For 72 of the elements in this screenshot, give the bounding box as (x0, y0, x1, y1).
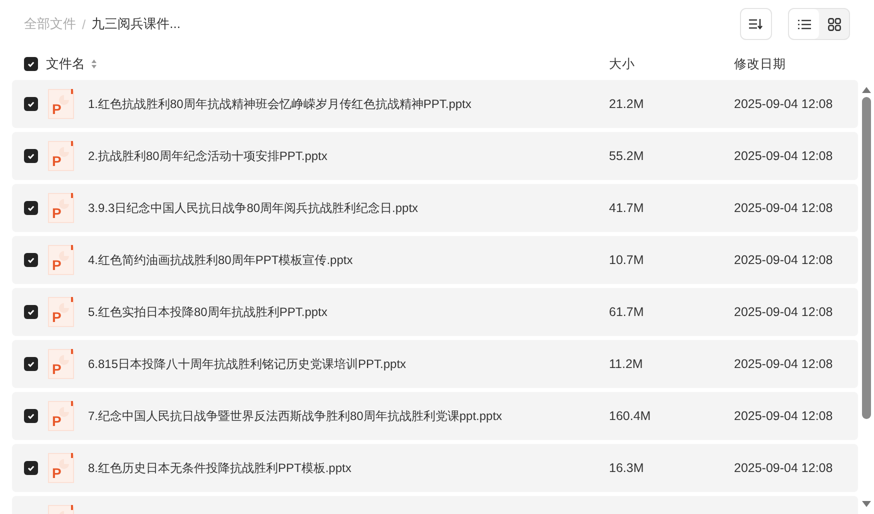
grid-icon (828, 18, 840, 30)
check-icon (26, 255, 36, 265)
file-row[interactable]: P 3.9.3日纪念中国人民抗日战争80周年阅兵抗战胜利纪念日.pptx 41.7M 2025-09-04 12:08 (12, 184, 858, 232)
check-icon (26, 307, 36, 317)
checkbox[interactable] (24, 57, 38, 71)
file-row[interactable]: P 8.红色历史日本无条件投降抗战胜利PPT模板.pptx 16.3M 2025-09-04 12:08 (12, 444, 858, 492)
modified-date: 2025-09-04 12:08 (734, 305, 834, 319)
check-icon (26, 203, 36, 213)
check-icon (26, 463, 36, 473)
checkbox[interactable] (24, 201, 38, 215)
scroll-up-arrow-icon[interactable] (862, 87, 870, 93)
column-header: 修改日期 (734, 56, 787, 72)
column-header[interactable]: 文件名 (46, 55, 85, 73)
breadcrumb-separator: / (82, 16, 86, 32)
file-name: 3.9.3日纪念中国人民抗日战争80周年阅兵抗战胜利纪念日.pptx (88, 200, 420, 216)
modified-date: 2025-09-04 12:08 (734, 409, 834, 423)
sort-arrows-icon[interactable] (91, 59, 97, 69)
file-row[interactable]: P 7.纪念中国人民抗日战争暨世界反法西斯战争胜利80周年抗战胜利党课ppt.pptx 160.4M 2025-09-04 12:08 (12, 392, 858, 440)
check-icon (26, 411, 36, 421)
file-size: 55.2M (609, 149, 645, 163)
pptx-file-icon: P (48, 89, 74, 119)
file-size: 11.2M (609, 357, 644, 371)
pptx-file-icon: P (48, 141, 74, 171)
list-icon (798, 18, 810, 30)
file-row[interactable]: P 5.红色实拍日本投降80周年抗战胜利PPT.pptx 61.7M 2025-09-04 12:08 (12, 288, 858, 336)
pptx-file-icon: P (48, 453, 74, 483)
scrollbar-thumb[interactable] (862, 97, 870, 419)
pptx-file-icon: P (48, 401, 74, 431)
check-icon (26, 59, 36, 69)
file-size: 10.7M (609, 253, 645, 267)
modified-date: 2025-09-04 12:08 (734, 201, 834, 215)
file-name: 8.红色历史日本无条件投降抗战胜利PPT模板.pptx (88, 460, 352, 476)
pptx-file-icon: P (48, 193, 74, 223)
checkbox[interactable] (24, 253, 38, 267)
modified-date: 2025-09-04 12:08 (734, 149, 834, 163)
list-view-button[interactable] (789, 9, 819, 39)
check-icon (26, 151, 36, 161)
file-size: 61.7M (609, 305, 645, 319)
checkbox[interactable] (24, 149, 38, 163)
file-name: 2.抗战胜利80周年纪念活动十项安排PPT.pptx (88, 148, 328, 164)
file-size: 21.2M (609, 97, 645, 111)
file-size: 41.7M (609, 201, 645, 215)
checkbox[interactable] (24, 305, 38, 319)
checkbox[interactable] (24, 357, 38, 371)
file-name: 7.纪念中国人民抗日战争暨世界反法西斯战争胜利80周年抗战胜利党课ppt.pptx (88, 408, 504, 424)
modified-date: 2025-09-04 12:08 (734, 461, 834, 475)
pptx-file-icon: P (48, 349, 74, 379)
sort-button[interactable] (740, 8, 772, 40)
file-row[interactable]: P 1.红色抗战胜利80周年抗战精神班会忆峥嵘岁月传红色抗战精神PPT.pptx 21.2M 2025-09-04 12:08 (12, 80, 858, 128)
file-name: 4.红色简约油画抗战胜利80周年PPT模板宣传.pptx (88, 252, 354, 268)
file-row[interactable]: P 4.红色简约油画抗战胜利80周年PPT模板宣传.pptx 10.7M 2025-09-04 12:08 (12, 236, 858, 284)
check-icon (26, 99, 36, 109)
checkbox[interactable] (24, 409, 38, 423)
file-name: 6.815日本投降八十周年抗战胜利铭记历史党课培训PPT.pptx (88, 356, 408, 372)
sort-icon (749, 18, 763, 30)
check-icon (26, 359, 36, 369)
file-size: 160.4M (609, 409, 652, 423)
current-folder[interactable]: 九三阅兵课件... (92, 15, 180, 33)
modified-date: 2025-09-04 12:08 (734, 97, 834, 111)
pptx-file-icon: P (48, 297, 74, 327)
file-name: 5.红色实拍日本投降80周年抗战胜利PPT.pptx (88, 304, 328, 320)
column-header: 大小 (609, 56, 636, 72)
modified-date: 2025-09-04 12:08 (734, 357, 834, 371)
checkbox[interactable] (24, 97, 38, 111)
file-row[interactable]: P 6.815日本投降八十周年抗战胜利铭记历史党课培训PPT.pptx 11.2M 2025-09-04 12:08 (12, 340, 858, 388)
file-size: 16.3M (609, 461, 645, 475)
checkbox[interactable] (24, 461, 38, 475)
pptx-file-icon: P (48, 245, 74, 275)
file-name: 1.红色抗战胜利80周年抗战精神班会忆峥嵘岁月传红色抗战精神PPT.pptx (88, 96, 472, 112)
modified-date: 2025-09-04 12:08 (734, 253, 834, 267)
scroll-down-arrow-icon[interactable] (862, 501, 870, 507)
file-row[interactable]: P 2.抗战胜利80周年纪念活动十项安排PPT.pptx 55.2M 2025-09-04 12:08 (12, 132, 858, 180)
